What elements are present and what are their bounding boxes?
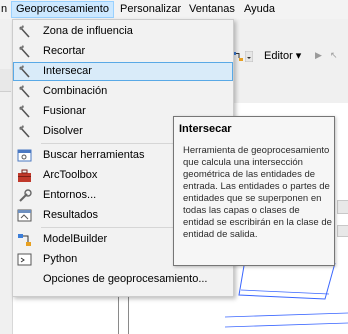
menu-item-intersecar[interactable]: Intersecar — [13, 62, 233, 81]
menu-personalizar[interactable]: Personalizar — [116, 2, 185, 17]
pointer-icon[interactable]: ↖ — [330, 50, 338, 61]
menu-ayuda[interactable]: Ayuda — [240, 2, 279, 17]
python-window-icon — [17, 253, 32, 266]
map-canvas[interactable] — [225, 255, 348, 334]
right-panel-field[interactable] — [337, 225, 348, 237]
hammer-tool-icon — [19, 125, 30, 138]
divider-line — [128, 297, 129, 334]
editor-menu-button[interactable]: Editor ▾ — [264, 49, 301, 63]
left-dock-tab[interactable] — [0, 69, 11, 92]
toolbar-dropdown-icon[interactable] — [245, 51, 253, 62]
modelbuilder-icon — [18, 234, 31, 246]
menu-item-opciones-de-geoprocesamiento[interactable]: Opciones de geoprocesamiento... — [13, 270, 233, 289]
menu-geoprocesamiento[interactable]: Geoprocesamiento — [11, 1, 114, 18]
search-window-icon — [17, 149, 32, 162]
hammer-tool-icon — [19, 65, 30, 78]
tooltip-title: Intersecar — [179, 123, 232, 135]
results-window-icon — [17, 209, 32, 222]
play-icon[interactable]: ▶ — [315, 50, 322, 61]
wrench-settings-icon — [19, 189, 32, 202]
menu-bar: n Geoprocesamiento Personalizar Ventanas… — [0, 0, 348, 20]
menu-item-combinacion[interactable]: Combinación — [13, 82, 233, 101]
intersecar-tooltip: Intersecar Herramienta de geoprocesamien… — [173, 116, 335, 266]
menu-item-recortar[interactable]: Recortar — [13, 42, 233, 61]
menu-item-zona-de-influencia[interactable]: Zona de influencia — [13, 22, 233, 41]
hammer-tool-icon — [19, 85, 30, 98]
tooltip-body: Herramienta de geoprocesamiento que calc… — [183, 145, 332, 240]
hammer-tool-icon — [19, 45, 30, 58]
menu-item-partial[interactable]: n — [0, 2, 11, 17]
hammer-tool-icon — [19, 105, 30, 118]
divider-line — [118, 297, 119, 334]
toolbox-icon — [18, 169, 31, 182]
menu-ventanas[interactable]: Ventanas — [185, 2, 239, 17]
right-panel-field[interactable] — [337, 200, 348, 214]
hammer-tool-icon — [19, 25, 30, 38]
